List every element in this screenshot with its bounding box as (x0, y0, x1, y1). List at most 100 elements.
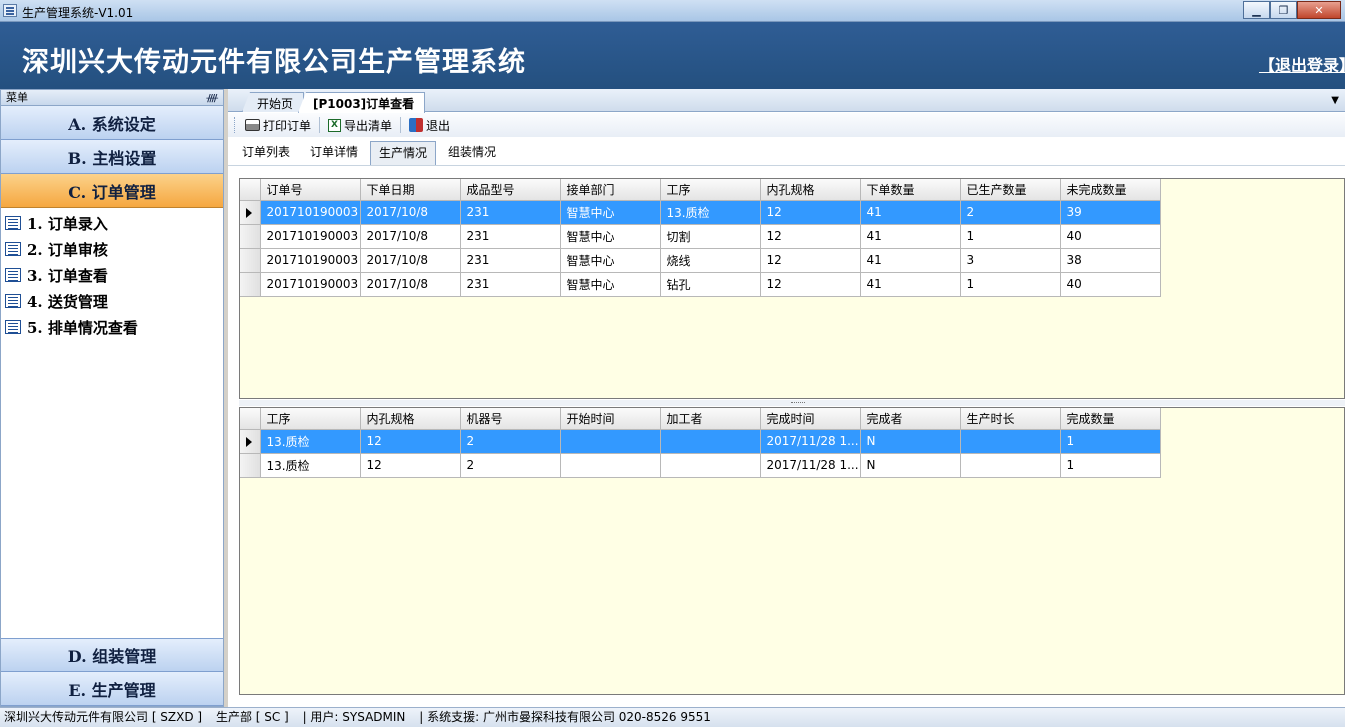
table-cell[interactable] (960, 429, 1061, 454)
table-cell[interactable]: 2017/11/28 1... (760, 453, 861, 478)
table-cell[interactable]: 2 (960, 200, 1061, 225)
table-cell[interactable]: 2017/10/8 (360, 224, 461, 249)
menu-group-system-settings[interactable]: A. 系统设定 (1, 106, 223, 140)
table-cell[interactable]: 智慧中心 (560, 224, 661, 249)
tab-production-status[interactable]: 生产情况 (370, 141, 437, 165)
column-header[interactable]: 已生产数量 (960, 179, 1061, 201)
process-grid[interactable]: 工序 内孔规格 机器号 开始时间 加工者 完成时间 完成者 生产时长 完成数量 … (239, 407, 1345, 695)
export-list-button[interactable]: X 导出清单 (324, 115, 396, 135)
table-cell[interactable]: 3 (960, 248, 1061, 273)
menu-item-order-view[interactable]: 3. 订单查看 (1, 262, 223, 288)
print-order-button[interactable]: 打印订单 (241, 115, 315, 135)
table-cell[interactable]: 1 (1060, 453, 1161, 478)
table-cell[interactable]: 12 (760, 224, 861, 249)
table-cell[interactable]: 231 (460, 248, 561, 273)
table-cell[interactable]: 13.质检 (660, 200, 761, 225)
menu-group-assembly-management[interactable]: D. 组装管理 (1, 638, 223, 672)
table-cell[interactable]: 1 (960, 224, 1061, 249)
table-row[interactable]: 13.质检 12 2 2017/11/28 1... N 1 (240, 453, 1161, 478)
grid-splitter[interactable] (239, 400, 1345, 406)
pin-icon[interactable]: ᚎ (206, 91, 218, 106)
table-cell[interactable]: 13.质检 (260, 453, 361, 478)
column-header[interactable]: 完成者 (860, 408, 961, 430)
table-cell[interactable]: N (860, 453, 961, 478)
maximize-button[interactable]: ❐ (1270, 1, 1297, 19)
menu-item-order-entry[interactable]: 1. 订单录入 (1, 210, 223, 236)
table-row[interactable]: 201710190003 2017/10/8 231 智慧中心 烧线 12 41… (240, 248, 1161, 273)
table-cell[interactable]: 41 (860, 224, 961, 249)
table-cell[interactable]: 钻孔 (660, 272, 761, 297)
logout-link[interactable]: 【退出登录】 (1259, 52, 1345, 76)
column-header[interactable]: 工序 (260, 408, 361, 430)
column-header[interactable]: 内孔规格 (360, 408, 461, 430)
column-header[interactable]: 完成数量 (1060, 408, 1161, 430)
menu-group-master-settings[interactable]: B. 主档设置 (1, 140, 223, 174)
table-cell[interactable]: 201710190003 (260, 200, 361, 225)
table-row[interactable]: 13.质检 12 2 2017/11/28 1... N 1 (240, 429, 1161, 454)
column-header[interactable]: 未完成数量 (1060, 179, 1161, 201)
tab-assembly-status[interactable]: 组装情况 (440, 141, 504, 165)
table-cell[interactable]: 烧线 (660, 248, 761, 273)
table-cell[interactable] (960, 453, 1061, 478)
table-cell[interactable] (560, 429, 661, 454)
table-cell[interactable]: 智慧中心 (560, 248, 661, 273)
column-header[interactable]: 下单数量 (860, 179, 961, 201)
column-header[interactable]: 加工者 (660, 408, 761, 430)
table-cell[interactable]: 40 (1060, 224, 1161, 249)
table-cell[interactable]: 1 (960, 272, 1061, 297)
table-cell[interactable]: 231 (460, 224, 561, 249)
close-button[interactable]: ✕ (1297, 1, 1341, 19)
table-cell[interactable]: 2017/11/28 1... (760, 429, 861, 454)
table-cell[interactable]: 201710190003 (260, 272, 361, 297)
table-cell[interactable]: 智慧中心 (560, 200, 661, 225)
column-header[interactable]: 订单号 (260, 179, 361, 201)
table-cell[interactable]: 12 (760, 200, 861, 225)
table-cell[interactable]: 2017/10/8 (360, 272, 461, 297)
table-cell[interactable]: 智慧中心 (560, 272, 661, 297)
row-header[interactable] (240, 224, 261, 249)
column-header[interactable]: 内孔规格 (760, 179, 861, 201)
orders-grid[interactable]: 订单号 下单日期 成品型号 接单部门 工序 内孔规格 下单数量 已生产数量 未完… (239, 178, 1345, 399)
row-header[interactable] (240, 200, 261, 225)
column-header[interactable]: 成品型号 (460, 179, 561, 201)
table-cell[interactable]: 40 (1060, 272, 1161, 297)
tab-start-page[interactable]: 开始页 (242, 92, 305, 112)
tab-order-list[interactable]: 订单列表 (234, 141, 298, 165)
table-cell[interactable]: 201710190003 (260, 248, 361, 273)
table-cell[interactable]: 39 (1060, 200, 1161, 225)
row-header[interactable] (240, 272, 261, 297)
table-row[interactable]: 201710190003 2017/10/8 231 智慧中心 钻孔 12 41… (240, 272, 1161, 297)
table-cell[interactable]: 231 (460, 200, 561, 225)
table-cell[interactable]: 2017/10/8 (360, 200, 461, 225)
row-header[interactable] (240, 453, 261, 478)
table-cell[interactable]: 41 (860, 248, 961, 273)
table-cell[interactable]: 1 (1060, 429, 1161, 454)
tab-order-view[interactable]: [P1003]订单查看 (298, 92, 426, 113)
column-header[interactable]: 工序 (660, 179, 761, 201)
table-cell[interactable]: 切割 (660, 224, 761, 249)
table-row[interactable]: 201710190003 2017/10/8 231 智慧中心 13.质检 12… (240, 200, 1161, 225)
table-cell[interactable] (660, 453, 761, 478)
table-cell[interactable]: 13.质检 (260, 429, 361, 454)
table-cell[interactable]: 2017/10/8 (360, 248, 461, 273)
column-header[interactable]: 开始时间 (560, 408, 661, 430)
table-cell[interactable]: 2 (460, 429, 561, 454)
table-cell[interactable]: 12 (760, 272, 861, 297)
menu-group-order-management[interactable]: C. 订单管理 (1, 174, 223, 208)
menu-item-order-review[interactable]: 2. 订单审核 (1, 236, 223, 262)
table-row[interactable]: 201710190003 2017/10/8 231 智慧中心 切割 12 41… (240, 224, 1161, 249)
table-cell[interactable]: N (860, 429, 961, 454)
exit-button[interactable]: 退出 (405, 115, 454, 135)
tab-order-details[interactable]: 订单详情 (302, 141, 366, 165)
table-cell[interactable]: 41 (860, 272, 961, 297)
table-cell[interactable]: 12 (760, 248, 861, 273)
column-header[interactable]: 机器号 (460, 408, 561, 430)
menu-item-delivery-management[interactable]: 4. 送货管理 (1, 288, 223, 314)
row-header[interactable] (240, 429, 261, 454)
table-cell[interactable]: 12 (360, 429, 461, 454)
menu-item-schedule-view[interactable]: 5. 排单情况查看 (1, 314, 223, 340)
table-cell[interactable]: 2 (460, 453, 561, 478)
column-header[interactable]: 下单日期 (360, 179, 461, 201)
column-header[interactable]: 生产时长 (960, 408, 1061, 430)
table-cell[interactable]: 38 (1060, 248, 1161, 273)
